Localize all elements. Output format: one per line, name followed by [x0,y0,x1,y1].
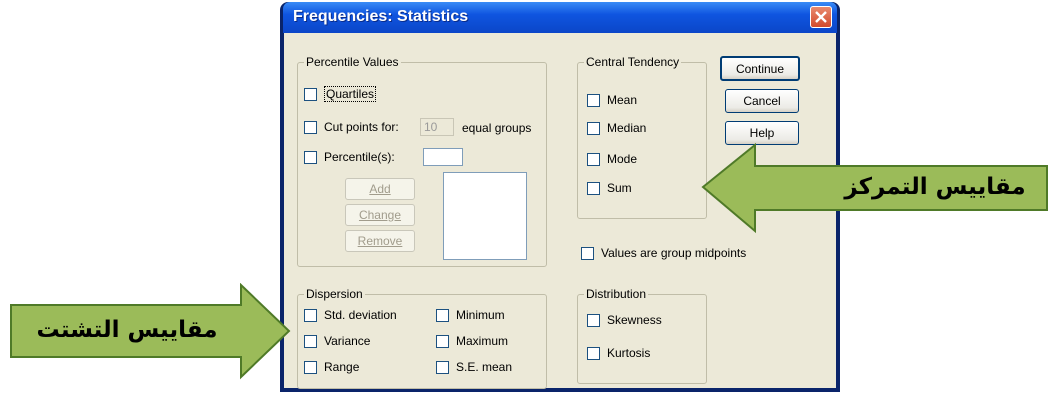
close-icon [815,11,827,23]
quartiles-checkbox[interactable]: Quartiles [304,86,377,102]
sum-label: Sum [607,181,632,195]
checkbox-box[interactable] [587,93,600,107]
dispersion-legend: Dispersion [304,287,365,301]
central-tendency-callout-label: مقاييس التمركز [844,174,1026,200]
variance-checkbox[interactable]: Variance [304,334,370,348]
quartiles-label: Quartiles [324,86,377,102]
maximum-checkbox[interactable]: Maximum [436,334,508,348]
cut-points-checkbox[interactable]: Cut points for: [304,120,399,134]
se-mean-label: S.E. mean [456,360,513,374]
range-label: Range [324,360,360,374]
median-checkbox[interactable]: Median [587,121,646,135]
mode-label: Mode [607,152,638,166]
checkbox-box[interactable] [436,334,449,348]
sum-checkbox[interactable]: Sum [587,181,632,195]
close-button[interactable] [810,6,832,28]
percentiles-checkbox[interactable]: Percentile(s): [304,150,395,164]
percentile-input[interactable] [423,148,463,166]
std-deviation-checkbox[interactable]: Std. deviation [304,308,397,322]
checkbox-box[interactable] [304,308,317,322]
checkbox-box[interactable] [436,308,449,322]
central-tendency-legend: Central Tendency [584,55,682,69]
distribution-legend: Distribution [584,287,649,301]
median-label: Median [607,121,647,135]
checkbox-box[interactable] [436,360,449,374]
checkbox-box[interactable] [304,360,317,374]
dispersion-callout-label: مقاييس التشتت [36,317,218,343]
se-mean-checkbox[interactable]: S.E. mean [436,360,512,374]
cancel-button[interactable]: Cancel [725,89,799,113]
checkbox-box[interactable] [304,334,317,348]
mean-label: Mean [607,93,638,107]
title-bar[interactable]: Frequencies: Statistics [283,2,837,33]
variance-label: Variance [324,334,371,348]
window-title: Frequencies: Statistics [293,8,469,25]
checkbox-box[interactable] [587,313,600,327]
continue-button[interactable]: Continue [720,56,800,81]
skewness-checkbox[interactable]: Skewness [587,313,662,327]
mode-checkbox[interactable]: Mode [587,152,637,166]
checkbox-box[interactable] [304,150,317,164]
checkbox-box[interactable] [587,152,600,166]
group-midpoints-label: Values are group midpoints [601,246,747,260]
checkbox-box[interactable] [587,181,600,195]
equal-groups-label: equal groups [462,121,532,135]
percentile-values-legend: Percentile Values [304,55,401,69]
cut-points-input[interactable]: 10 [420,118,454,136]
percentiles-listbox[interactable] [443,172,527,260]
checkbox-box[interactable] [587,346,600,360]
checkbox-box[interactable] [304,87,317,101]
minimum-label: Minimum [456,308,505,322]
minimum-checkbox[interactable]: Minimum [436,308,505,322]
range-checkbox[interactable]: Range [304,360,359,374]
checkbox-box[interactable] [587,121,600,135]
kurtosis-label: Kurtosis [607,346,651,360]
remove-button[interactable]: Remove [345,230,415,252]
checkbox-box[interactable] [581,246,594,260]
percentiles-label: Percentile(s): [324,150,395,164]
checkbox-box[interactable] [304,120,317,134]
kurtosis-checkbox[interactable]: Kurtosis [587,346,650,360]
mean-checkbox[interactable]: Mean [587,93,637,107]
group-midpoints-checkbox[interactable]: Values are group midpoints [581,246,746,260]
cut-points-label: Cut points for: [324,120,399,134]
add-button[interactable]: Add [345,178,415,200]
std-deviation-label: Std. deviation [324,308,397,322]
central-tendency-group: Central Tendency [577,55,707,219]
skewness-label: Skewness [607,313,662,327]
change-button[interactable]: Change [345,204,415,226]
distribution-group: Distribution [577,287,707,384]
maximum-label: Maximum [456,334,509,348]
